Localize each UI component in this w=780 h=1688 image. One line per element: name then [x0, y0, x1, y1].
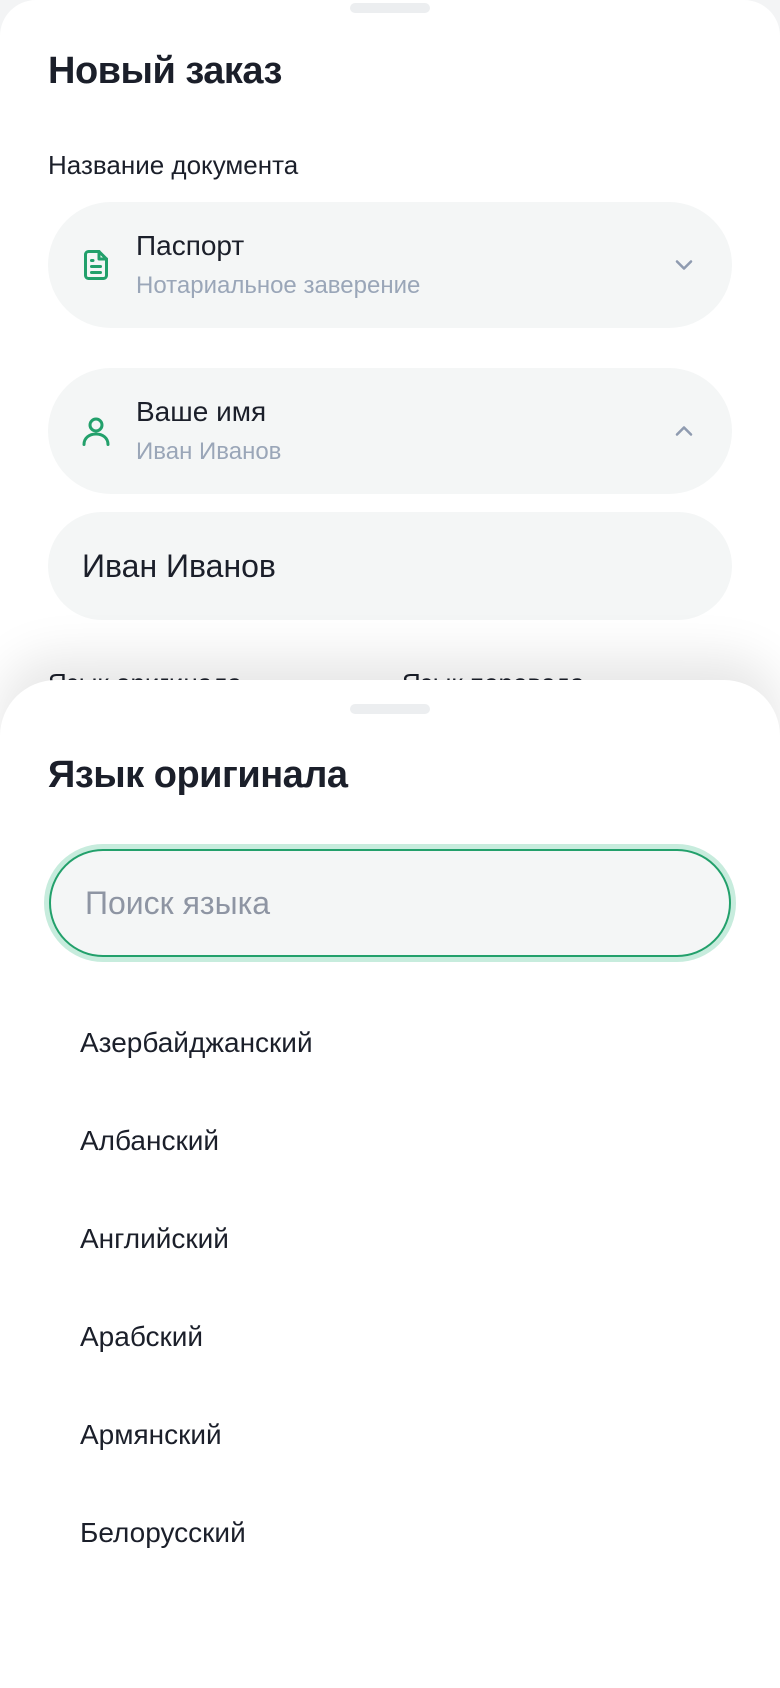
your-name-section[interactable]: Ваше имя Иван Иванов — [48, 368, 732, 494]
language-picker-sheet: Язык оригинала АзербайджанскийАлбанскийА… — [0, 680, 780, 1688]
sheet-handle[interactable] — [350, 3, 430, 13]
sheet-title: Язык оригинала — [48, 754, 348, 796]
document-name-label: Название документа — [48, 150, 299, 180]
language-list: Азербайджанский Албанский Английский Арабск… — [0, 994, 780, 1612]
your-name-label: Ваше имя — [136, 396, 267, 427]
user-icon — [82, 417, 110, 446]
chevron-up-icon — [675, 426, 693, 436]
page-title: Новый заказ — [48, 50, 282, 92]
language-option[interactable]: Арабский — [0, 1288, 780, 1386]
language-option[interactable]: Албанский — [0, 1092, 780, 1190]
screen: Новый заказ Название документа Паспорт Н… — [0, 0, 780, 1688]
language-option[interactable]: Английский — [0, 1190, 780, 1288]
name-input[interactable]: Иван Иванов — [48, 512, 732, 620]
language-search-input[interactable] — [49, 849, 731, 957]
order-form-sheet: Новый заказ Название документа Паспорт Н… — [0, 0, 780, 760]
your-name-value: Иван Иванов — [136, 438, 282, 465]
document-select[interactable]: Паспорт Нотариальное заверение — [48, 202, 732, 328]
language-option[interactable]: Белорусский — [0, 1484, 780, 1582]
document-subtitle: Нотариальное заверение — [136, 272, 421, 299]
search-focus-ring — [44, 844, 736, 962]
language-option[interactable]: Азербайджанский — [0, 994, 780, 1092]
language-option[interactable]: Армянский — [0, 1386, 780, 1484]
document-icon — [84, 250, 108, 280]
chevron-down-icon — [675, 260, 693, 270]
document-name: Паспорт — [136, 230, 245, 261]
sheet-handle[interactable] — [350, 704, 430, 714]
language-option[interactable]: Болгарский — [0, 1582, 780, 1612]
